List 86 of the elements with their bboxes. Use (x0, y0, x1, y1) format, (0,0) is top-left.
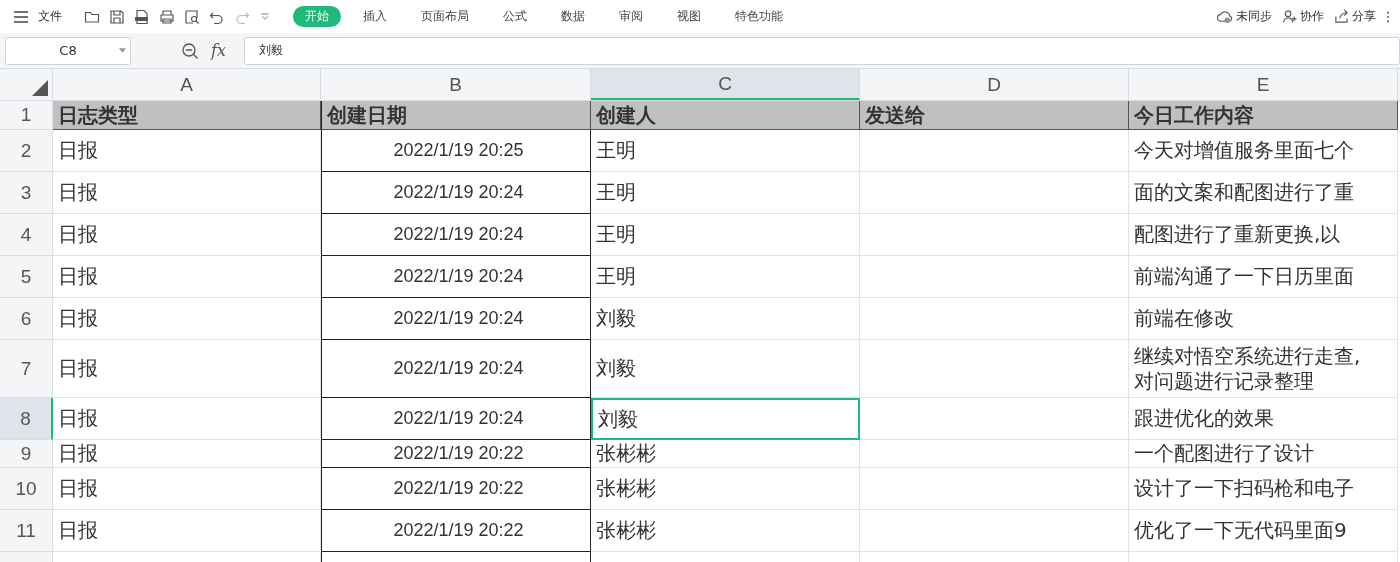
table-cell: 一个配图进行了设计 (1129, 440, 1398, 468)
table-cell: 前端沟通了一下日历里面 (1129, 256, 1398, 298)
ribbon-tab[interactable]: 数据 (549, 6, 597, 27)
row-header[interactable]: 5 (0, 256, 53, 298)
formula-field[interactable]: 刘毅 (243, 36, 1400, 65)
menu-icon[interactable] (13, 8, 29, 25)
table-cell: 设计了一下扫码枪和电子 (1129, 468, 1398, 510)
table-cell: 王明 (591, 214, 860, 256)
table-cell: 日报 (53, 398, 321, 440)
ribbon-tab[interactable]: 特色功能 (723, 6, 795, 27)
header-cell: 发送给 (860, 101, 1129, 130)
ribbon-tab[interactable]: 公式 (491, 6, 539, 27)
table-cell: 日报 (53, 340, 321, 398)
table-cell: 优化了一下无代码里面9 (1129, 510, 1398, 552)
table-cell: 2022/1/19 20:25 (321, 130, 591, 172)
table-cell: 王明 (591, 172, 860, 214)
pdf-icon[interactable] (134, 8, 150, 25)
table-cell: 前端在修改 (1129, 298, 1398, 340)
share-icon[interactable] (1334, 9, 1349, 24)
header-cell: 创建人 (591, 101, 860, 130)
table-cell: 2022/1/19 20:22 (321, 510, 591, 552)
add-user-icon[interactable] (1282, 9, 1297, 24)
table-cell: 刘毅 (591, 398, 860, 440)
row-header[interactable]: 11 (0, 510, 53, 552)
table-cell: 日报 (53, 130, 321, 172)
table-cell: 2022/1/19 20:24 (321, 172, 591, 214)
table-cell: 2022/1/19 20:24 (321, 298, 591, 340)
save-icon[interactable] (109, 8, 125, 25)
header-cell: 日志类型 (53, 101, 321, 130)
print-preview-icon[interactable] (184, 8, 200, 25)
column-header[interactable]: C (591, 69, 860, 100)
header-cell: 今日工作内容 (1129, 101, 1398, 130)
table-cell: 2022/1/19 20:24 (321, 256, 591, 298)
function-button[interactable]: fx (211, 41, 226, 60)
table-cell: 日报 (53, 440, 321, 468)
cloud-icon[interactable] (1216, 9, 1233, 24)
table-cell: 刘毅 (591, 340, 860, 398)
table-cell: 张彬彬 (591, 510, 860, 552)
row-header[interactable]: 9 (0, 440, 53, 468)
table-cell: 日报 (53, 468, 321, 510)
dropdown-icon (119, 47, 126, 53)
table-cell: 日报 (53, 172, 321, 214)
toolbar-action[interactable]: 未同步 (1236, 8, 1272, 25)
column-header[interactable]: D (860, 69, 1129, 100)
table-cell: 王明 (591, 256, 860, 298)
table-cell: 继续对悟空系统进行走查, 对问题进行记录整理 (1129, 340, 1398, 398)
file-menu[interactable]: 文件 (38, 8, 62, 25)
table-cell: 跟进优化的效果 (1129, 398, 1398, 440)
name-box[interactable]: C8 (5, 36, 131, 65)
header-cell: 创建日期 (321, 101, 591, 130)
table-cell: 张彬彬 (591, 440, 860, 468)
table-cell: 日报 (53, 256, 321, 298)
row-header[interactable]: 3 (0, 172, 53, 214)
table-cell: 日报 (53, 298, 321, 340)
ribbon-tab[interactable]: 审阅 (607, 6, 655, 27)
table-cell: 面的文案和配图进行了重 (1129, 172, 1398, 214)
table-cell: 今天对增值服务里面七个 (1129, 130, 1398, 172)
table-cell: 2022/1/19 20:22 (321, 468, 591, 510)
zoom-icon[interactable] (181, 41, 199, 60)
ribbon-tab[interactable]: 视图 (665, 6, 713, 27)
print-icon[interactable] (159, 8, 175, 25)
row-header[interactable]: 6 (0, 298, 53, 340)
select-all-icon[interactable] (32, 80, 48, 96)
table-cell: 日报 (53, 214, 321, 256)
table-cell: 2022/1/19 20:24 (321, 214, 591, 256)
table-cell: 配图进行了重新更换,以 (1129, 214, 1398, 256)
row-header[interactable]: 10 (0, 468, 53, 510)
table-cell: 2022/1/19 20:24 (321, 340, 591, 398)
table-cell: 刘毅 (591, 298, 860, 340)
column-header[interactable]: A (53, 69, 321, 100)
table-cell: 王明 (591, 130, 860, 172)
ribbon-tab[interactable]: 插入 (351, 6, 399, 27)
row-header[interactable]: 7 (0, 340, 53, 398)
toolbar-action[interactable]: 分享 (1352, 8, 1376, 25)
column-header[interactable]: E (1129, 69, 1398, 100)
ribbon-tab[interactable]: 页面布局 (409, 6, 481, 27)
more-icon[interactable] (1386, 9, 1390, 24)
table-cell: 张彬彬 (591, 468, 860, 510)
row-header[interactable]: 8 (0, 398, 53, 440)
row-header[interactable]: 1 (0, 101, 53, 130)
table-cell: 日报 (53, 510, 321, 552)
row-header[interactable]: 4 (0, 214, 53, 256)
table-cell: 2022/1/19 20:24 (321, 398, 591, 440)
table-cell: 2022/1/19 20:22 (321, 440, 591, 468)
row-header[interactable]: 2 (0, 130, 53, 172)
toolbar-action[interactable]: 协作 (1300, 8, 1324, 25)
